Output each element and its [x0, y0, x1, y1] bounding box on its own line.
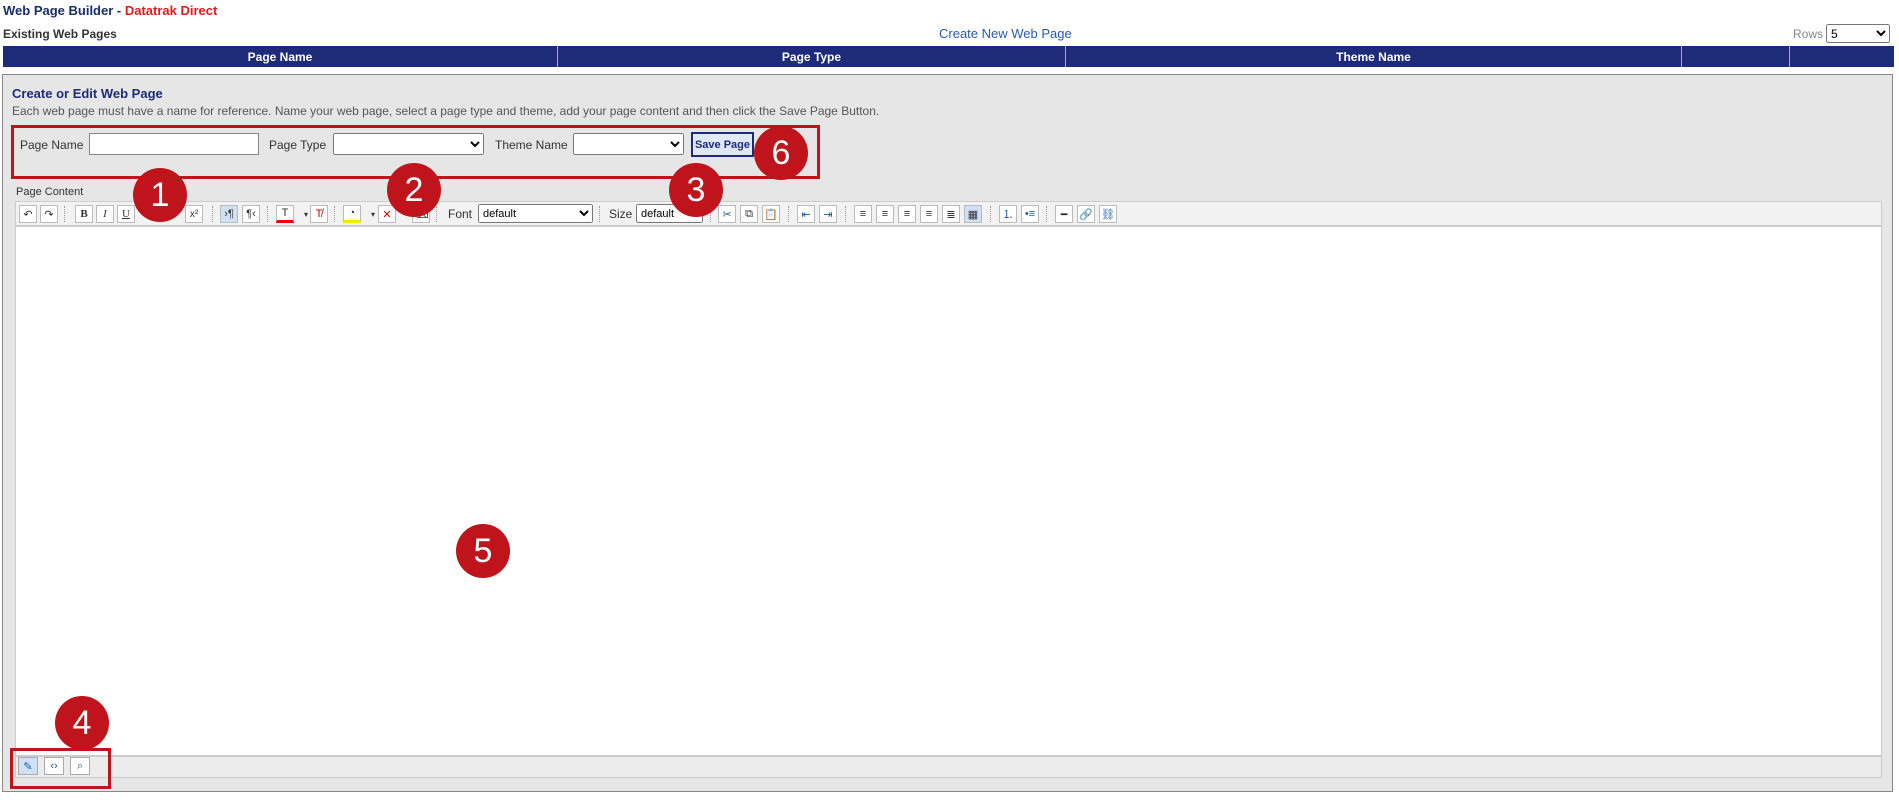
column-page-type[interactable]: Page Type [558, 46, 1066, 67]
app-title-text: Web Page Builder - [3, 3, 125, 18]
font-color-icon[interactable]: T [276, 205, 294, 223]
toolbar-separator [64, 206, 66, 222]
column-blank-1 [1682, 46, 1790, 67]
unordered-list-icon[interactable]: •≡ [1021, 205, 1039, 223]
callout-badge-3: 3 [669, 163, 723, 217]
callout-badge-5: 5 [456, 524, 510, 578]
panel-description: Each web page must have a name for refer… [12, 104, 880, 118]
font-label: Font [448, 207, 473, 221]
callout-frame-modes [10, 748, 111, 789]
size-label: Size [609, 207, 633, 221]
superscript-button[interactable]: x² [185, 205, 203, 223]
outdent-icon[interactable]: ⇤ [797, 205, 815, 223]
rtl-icon[interactable]: ¶‹ [242, 205, 260, 223]
toolbar-separator [1046, 206, 1048, 222]
pages-grid-header: Page Name Page Type Theme Name [2, 45, 1895, 68]
toolbar-separator [267, 206, 269, 222]
panel-title: Create or Edit Web Page [12, 86, 163, 101]
remove-link-icon[interactable]: ⛓ [1099, 205, 1117, 223]
underline-button[interactable]: U [117, 205, 135, 223]
callout-badge-2: 2 [387, 163, 441, 217]
align-center-icon[interactable]: ≡ [898, 205, 916, 223]
column-blank-2 [1790, 46, 1894, 67]
justify-icon[interactable]: ≣ [942, 205, 960, 223]
ltr-icon[interactable]: ›¶ [220, 205, 238, 223]
toolbar-separator [990, 206, 992, 222]
copy-icon[interactable]: ⧉ [740, 205, 758, 223]
column-page-name[interactable]: Page Name [3, 46, 558, 67]
align-right-icon[interactable]: ≡ [920, 205, 938, 223]
rows-label: Rows [1793, 27, 1824, 41]
align-left-icon[interactable]: ≡ [876, 205, 894, 223]
indent-icon[interactable]: ⇥ [819, 205, 837, 223]
toolbar-separator [788, 206, 790, 222]
undo-icon[interactable]: ↶ [19, 205, 37, 223]
toolbar-separator [845, 206, 847, 222]
editor-mode-bar [15, 756, 1882, 778]
paste-icon[interactable]: 📋 [762, 205, 780, 223]
rows-select[interactable]: 5 [1826, 24, 1890, 43]
column-theme-name[interactable]: Theme Name [1066, 46, 1682, 67]
horizontal-rule-icon[interactable]: ━ [1055, 205, 1073, 223]
toolbar-separator [599, 206, 601, 222]
create-new-page-link[interactable]: Create New Web Page [939, 26, 1072, 41]
redo-icon[interactable]: ↷ [40, 205, 58, 223]
callout-badge-1: 1 [133, 168, 187, 222]
bold-button[interactable]: B [75, 205, 93, 223]
align-left-block-icon[interactable]: ≡ [854, 205, 872, 223]
existing-pages-label: Existing Web Pages [3, 27, 117, 41]
font-select[interactable]: default [478, 204, 593, 223]
insert-link-icon[interactable]: 🔗 [1077, 205, 1095, 223]
remove-font-color-icon[interactable]: T̸ [310, 205, 328, 223]
page-content-label: Page Content [16, 186, 84, 198]
content-editor-area[interactable] [15, 226, 1882, 756]
brand-name: Datatrak Direct [124, 3, 218, 18]
justify-full-icon[interactable]: ▦ [964, 205, 982, 223]
callout-badge-4: 4 [55, 696, 109, 750]
toolbar-separator [212, 206, 214, 222]
callout-badge-6: 6 [754, 126, 808, 180]
ordered-list-icon[interactable]: ⒈ [999, 205, 1017, 223]
italic-button[interactable]: I [96, 205, 114, 223]
toolbar-separator [436, 206, 438, 222]
toolbar-separator [334, 206, 336, 222]
app-title: Web Page Builder - Datatrak Direct [3, 3, 217, 18]
highlight-color-icon[interactable]: ◔ [343, 205, 361, 223]
cut-icon[interactable]: ✂ [718, 205, 736, 223]
